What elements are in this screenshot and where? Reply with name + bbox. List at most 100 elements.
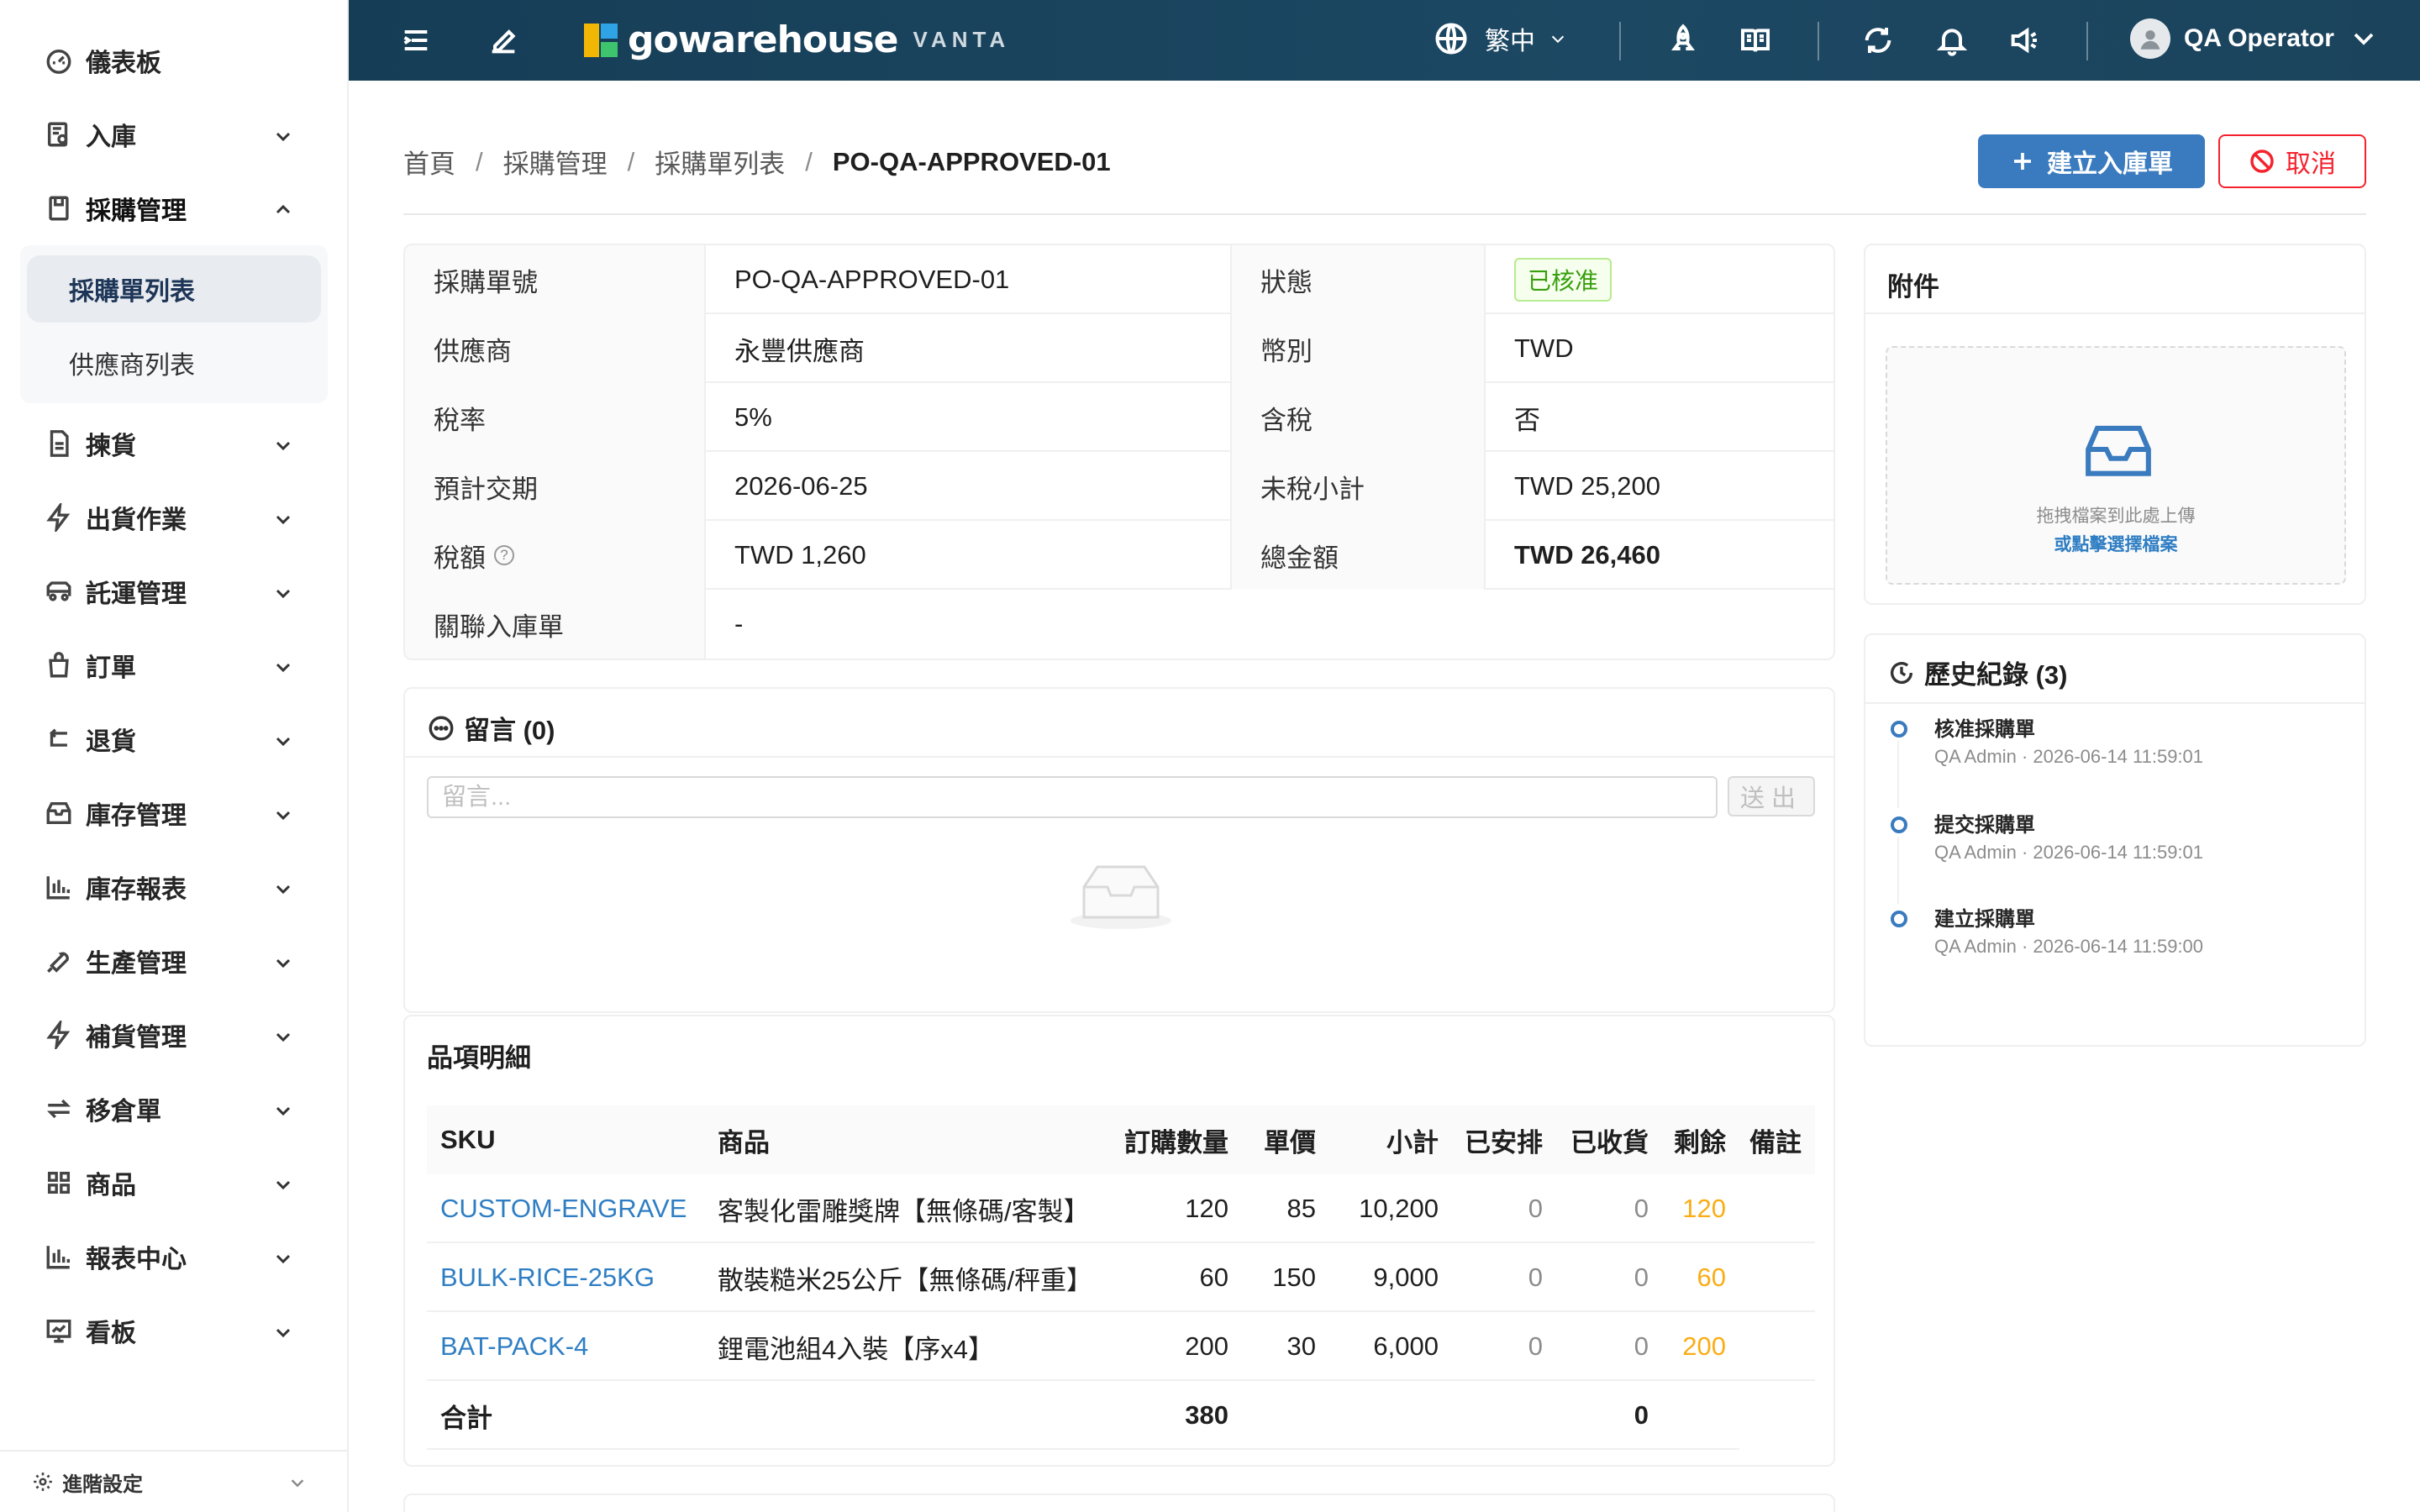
bar-chart-icon <box>44 872 74 902</box>
sidebar-item-returns[interactable]: 退貨 <box>0 702 349 776</box>
col-arranged[interactable]: 已安排 <box>1452 1105 1556 1174</box>
col-price[interactable]: 單價 <box>1242 1105 1329 1174</box>
subtotal-label: 未稅小計 <box>1230 452 1484 521</box>
cancel-button[interactable]: 取消 <box>2218 134 2366 188</box>
breadcrumb-purchase[interactable]: 採購管理 <box>503 143 608 181</box>
sidebar-subitem-po-list[interactable]: 採購單列表 <box>27 255 321 323</box>
col-received[interactable]: 已收貨 <box>1556 1105 1662 1174</box>
po-number-value: PO-QA-APPROVED-01 <box>704 245 1230 314</box>
language-selector[interactable]: 繁中 <box>1433 20 1582 57</box>
history-entry-title: 核准採購單 <box>1934 718 2035 741</box>
table-total-row: 合計 380 0 <box>427 1381 1739 1450</box>
sidebar-item-picking[interactable]: 揀貨 <box>0 407 349 480</box>
chevron-down-icon <box>273 581 293 601</box>
logo-subtitle: VANTA <box>913 27 1011 52</box>
sidebar-item-report-center[interactable]: 報表中心 <box>0 1220 349 1294</box>
sidebar-item-inventory-report[interactable]: 庫存報表 <box>0 850 349 924</box>
comments-card: 留言 (0) 送出 <box>403 687 1835 1013</box>
subtotal-value: TWD 25,200 <box>1484 452 1833 521</box>
plus-icon <box>2014 153 2031 170</box>
history-entry-meta: QA Admin · 2026-06-14 11:59:01 <box>1934 746 2204 767</box>
chevron-down-icon <box>273 1025 293 1045</box>
book-icon[interactable] <box>1739 24 1772 57</box>
report-icon <box>44 1242 74 1272</box>
empty-inbox-icon <box>1067 857 1175 931</box>
select-file-link[interactable]: 或點擊選擇檔案 <box>1887 531 2344 556</box>
comment-input[interactable] <box>427 776 1718 818</box>
timeline-dot <box>1891 816 1907 833</box>
sidebar-subitem-supplier-list[interactable]: 供應商列表 <box>27 329 321 396</box>
sidebar-item-replenishment[interactable]: 補貨管理 <box>0 998 349 1072</box>
chevron-down-icon <box>273 124 293 144</box>
chevron-down-icon <box>273 1099 293 1119</box>
comments-title-text: 留言 (0) <box>464 716 555 745</box>
advanced-settings-label: 進階設定 <box>62 1473 143 1496</box>
sidebar-item-orders[interactable]: 訂單 <box>0 628 349 702</box>
upload-dropzone[interactable]: 拖拽檔案到此處上傳 或點擊選擇檔案 <box>1886 346 2346 585</box>
user-menu[interactable]: QA Operator <box>2130 18 2376 59</box>
received: 0 <box>1634 1331 1649 1361</box>
sku-link[interactable]: BAT-PACK-4 <box>427 1312 704 1381</box>
col-note[interactable]: 備註 <box>1739 1105 1815 1174</box>
brand-logo[interactable]: gowarehouse VANTA <box>584 18 1010 61</box>
sku-link[interactable]: CUSTOM-ENGRAVE <box>427 1174 704 1243</box>
sidebar-item-consignment[interactable]: 託運管理 <box>0 554 349 628</box>
sidebar-item-label: 報表中心 <box>86 1246 187 1273</box>
sidebar-item-board[interactable]: 看板 <box>0 1294 349 1368</box>
refresh-icon[interactable] <box>1861 24 1895 57</box>
related-inbound-value: - <box>704 590 1833 659</box>
sidebar-item-inbound[interactable]: 入庫 <box>0 97 349 171</box>
chevron-down-icon <box>273 951 293 971</box>
sidebar-item-inventory[interactable]: 庫存管理 <box>0 776 349 850</box>
tax-value: TWD 1,260 <box>704 521 1230 590</box>
col-remaining[interactable]: 剩餘 <box>1662 1105 1739 1174</box>
qty: 120 <box>1185 1194 1228 1223</box>
history-entry-title: 提交採購單 <box>1934 814 2035 837</box>
sidebar-item-label: 出貨作業 <box>86 507 187 534</box>
topbar: gowarehouse VANTA 繁中 QA Operator <box>349 0 2420 81</box>
sidebar-item-dashboard[interactable]: 儀表板 <box>0 24 349 97</box>
sku-link[interactable]: BULK-RICE-25KG <box>427 1243 704 1312</box>
product-name: 散裝糙米25公斤【無條碼/秤重】 <box>718 1265 1093 1295</box>
create-inbound-button[interactable]: 建立入庫單 <box>1978 134 2205 188</box>
rocket-icon[interactable] <box>1666 24 1700 57</box>
col-product[interactable]: 商品 <box>704 1105 1116 1174</box>
return-icon <box>44 724 74 754</box>
col-sku[interactable]: SKU <box>427 1105 704 1174</box>
edit-icon[interactable] <box>487 24 520 57</box>
chevron-down-icon <box>273 729 293 749</box>
send-comment-button[interactable]: 送出 <box>1728 776 1815 816</box>
chevron-down-icon <box>273 803 293 823</box>
advanced-settings[interactable]: 進階設定 <box>0 1450 349 1512</box>
table-row: BULK-RICE-25KG 散裝糙米25公斤【無條碼/秤重】 60 150 9… <box>427 1243 1815 1312</box>
history-icon <box>1890 661 1913 684</box>
sidebar-item-products[interactable]: 商品 <box>0 1146 349 1220</box>
table-row: BAT-PACK-4 鋰電池組4入裝【序x4】 200 30 6,000 0 0… <box>427 1312 1815 1381</box>
chevron-down-icon <box>1551 35 1565 44</box>
wrench-icon <box>44 946 74 976</box>
more-section-card <box>403 1494 1835 1512</box>
chevron-down-icon <box>273 1320 293 1341</box>
language-label: 繁中 <box>1485 28 1535 55</box>
breadcrumb-home[interactable]: 首頁 <box>403 143 455 181</box>
remaining: 120 <box>1682 1194 1726 1223</box>
breadcrumb-po-list[interactable]: 採購單列表 <box>655 143 785 181</box>
menu-toggle-icon[interactable] <box>399 24 433 57</box>
logo-mark-icon <box>584 20 618 60</box>
received: 0 <box>1634 1194 1649 1223</box>
breadcrumb-current: PO-QA-APPROVED-01 <box>832 146 1111 176</box>
sidebar-item-shipping[interactable]: 出貨作業 <box>0 480 349 554</box>
status-label: 狀態 <box>1230 245 1484 314</box>
sidebar-item-transfer[interactable]: 移倉單 <box>0 1072 349 1146</box>
chevron-down-icon <box>288 1473 315 1498</box>
col-subtotal[interactable]: 小計 <box>1329 1105 1452 1174</box>
bell-icon[interactable] <box>1935 24 1969 57</box>
sidebar-item-purchase[interactable]: 採購管理 <box>0 171 349 245</box>
col-qty[interactable]: 訂購數量 <box>1116 1105 1242 1174</box>
announcement-icon[interactable] <box>2007 24 2041 57</box>
qty: 60 <box>1199 1263 1228 1292</box>
sidebar-item-production[interactable]: 生產管理 <box>0 924 349 998</box>
help-icon[interactable]: ? <box>494 545 514 565</box>
total-label: 總金額 <box>1230 521 1484 590</box>
logo-text: gowarehouse <box>628 18 899 61</box>
